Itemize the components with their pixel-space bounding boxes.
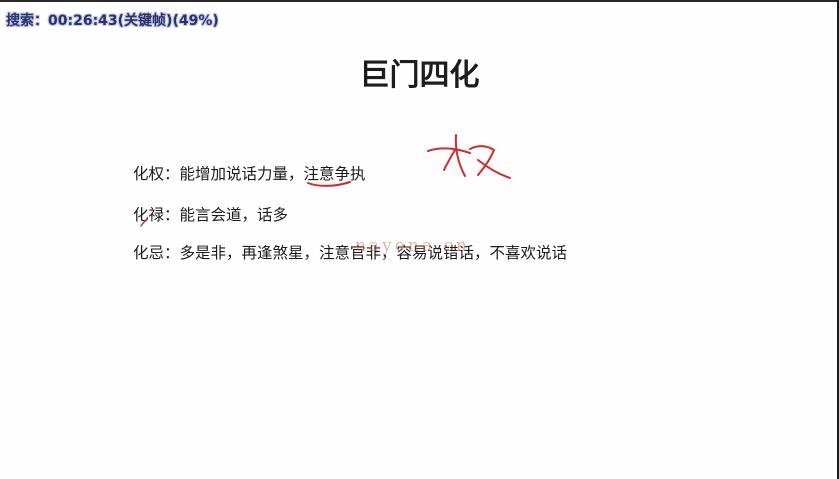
- line-text: 能增加说话力量，注意争执: [179, 165, 366, 183]
- line-separator: ：: [164, 244, 180, 262]
- slide-line-hualu: 化禄：能言会道，话多: [133, 203, 288, 225]
- video-frame: 搜索：00:26:43(关键帧)(49%) 巨门四化 化权：能增加说话力量，注意…: [0, 0, 839, 479]
- slide-line-huaji: 化忌：多是非，再逢煞星，注意官非，容易说错话，不喜欢说话: [133, 241, 567, 263]
- line-text: 能言会道，话多: [179, 206, 289, 224]
- handwriting-stroke-4: [469, 145, 496, 176]
- line-label: 化忌: [133, 244, 165, 262]
- search-timestamp-overlay: 搜索：00:26:43(关键帧)(49%): [6, 13, 219, 29]
- slide-title: 巨门四化: [359, 58, 480, 93]
- line-label: 化权: [133, 165, 165, 183]
- handwriting-stroke-3: [443, 149, 456, 171]
- slide-line-huaquan: 化权：能增加说话力量，注意争执: [133, 162, 366, 184]
- line-label: 化禄: [133, 206, 165, 224]
- handwriting-stroke-2: [454, 134, 466, 177]
- line-separator: ：: [164, 206, 180, 224]
- line-separator: ：: [164, 165, 180, 183]
- handwriting-stroke-5: [477, 159, 511, 179]
- handwriting-stroke-1: [427, 147, 471, 154]
- watermark: nayona.cn: [355, 236, 470, 256]
- top-border: [0, 0, 839, 2]
